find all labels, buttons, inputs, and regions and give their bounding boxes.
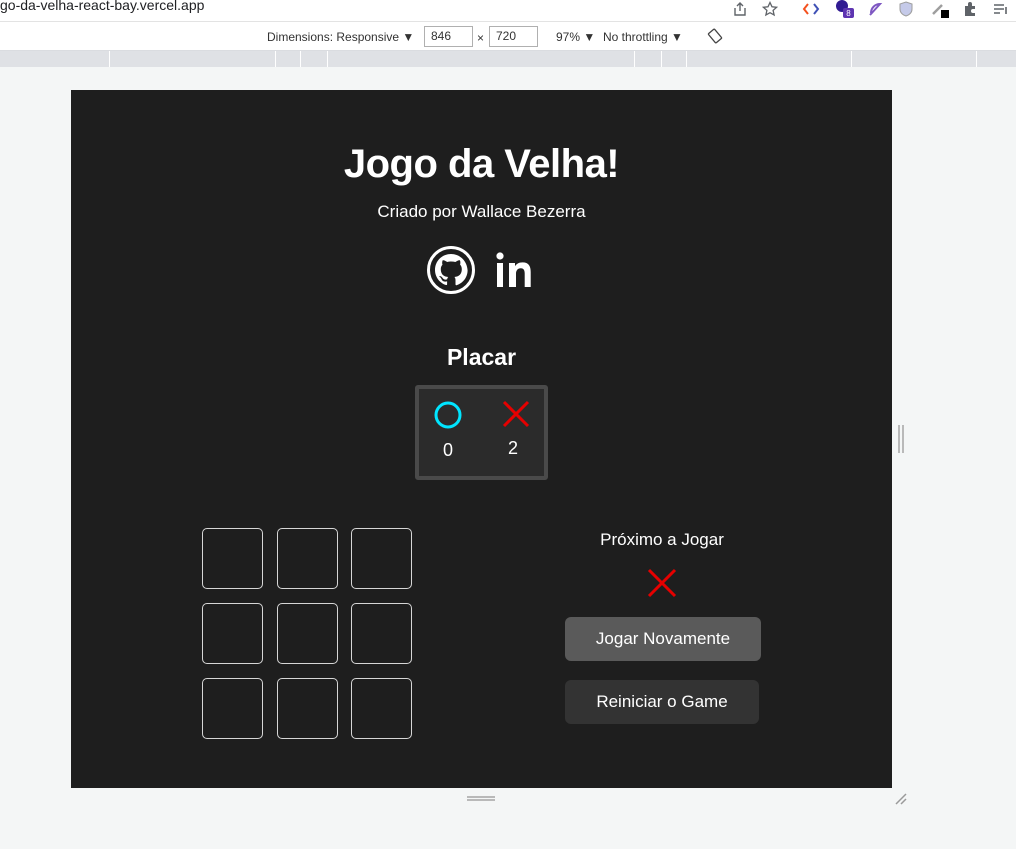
resize-handle-right[interactable] (898, 425, 904, 453)
board-cell-8[interactable] (277, 678, 338, 739)
svg-text:8: 8 (846, 9, 851, 18)
board-cell-3[interactable] (351, 528, 412, 589)
device-toolbar: Dimensions: Responsive ▼ 846 × 720 97% ▼… (0, 22, 1016, 51)
height-input[interactable]: 720 (489, 26, 538, 47)
author-credit: Criado por Wallace Bezerra (377, 202, 586, 221)
board-cell-2[interactable] (277, 528, 338, 589)
rotate-icon[interactable] (704, 27, 726, 45)
scoreboard: 0 2 (415, 385, 548, 480)
restart-game-button[interactable]: Reiniciar o Game (565, 680, 759, 724)
eyedropper-extension-icon[interactable] (929, 0, 951, 18)
o-score: 0 (443, 440, 454, 460)
x-score: 2 (508, 438, 519, 458)
browser-url-bar: go-da-velha-react-bay.vercel.app 8 (0, 0, 1016, 22)
play-again-button[interactable]: Jogar Novamente (565, 617, 761, 661)
resize-handle-bottom[interactable] (467, 796, 495, 801)
board-cell-5[interactable] (277, 603, 338, 664)
media-query-ruler[interactable] (0, 51, 1016, 67)
page-title: Jogo da Velha! (343, 142, 620, 186)
board-cell-4[interactable] (202, 603, 263, 664)
dimension-separator: × (477, 31, 485, 45)
board-cell-9[interactable] (351, 678, 412, 739)
next-player-label: Próximo a Jogar (600, 530, 724, 549)
width-input[interactable]: 846 (424, 26, 473, 47)
resize-handle-corner[interactable] (894, 792, 908, 811)
board-cell-1[interactable] (202, 528, 263, 589)
app-viewport: Jogo da Velha! Criado por Wallace Bezerr… (71, 90, 892, 788)
github-icon[interactable] (426, 245, 476, 300)
scoreboard-title: Placar (446, 344, 517, 370)
x-player-icon (501, 399, 531, 434)
o-player-icon (433, 400, 463, 435)
next-player-x-icon (647, 568, 677, 603)
shield-extension-icon[interactable] (895, 0, 917, 18)
puzzle-extensions-icon[interactable] (959, 0, 981, 18)
code-extension-icon[interactable] (800, 0, 822, 18)
reading-list-icon[interactable] (990, 0, 1012, 18)
zoom-select[interactable]: 97% ▼ (556, 30, 595, 44)
extension-badge-icon[interactable]: 8 (834, 0, 856, 18)
board-cell-6[interactable] (351, 603, 412, 664)
share-icon[interactable] (729, 0, 751, 18)
linkedin-icon[interactable] (496, 251, 538, 296)
dimensions-select[interactable]: Dimensions: Responsive ▼ (267, 30, 414, 44)
feather-extension-icon[interactable] (864, 0, 886, 18)
bookmark-star-icon[interactable] (759, 0, 781, 18)
throttling-select[interactable]: No throttling ▼ (603, 30, 683, 44)
url-text[interactable]: go-da-velha-react-bay.vercel.app (0, 0, 204, 13)
board-cell-7[interactable] (202, 678, 263, 739)
